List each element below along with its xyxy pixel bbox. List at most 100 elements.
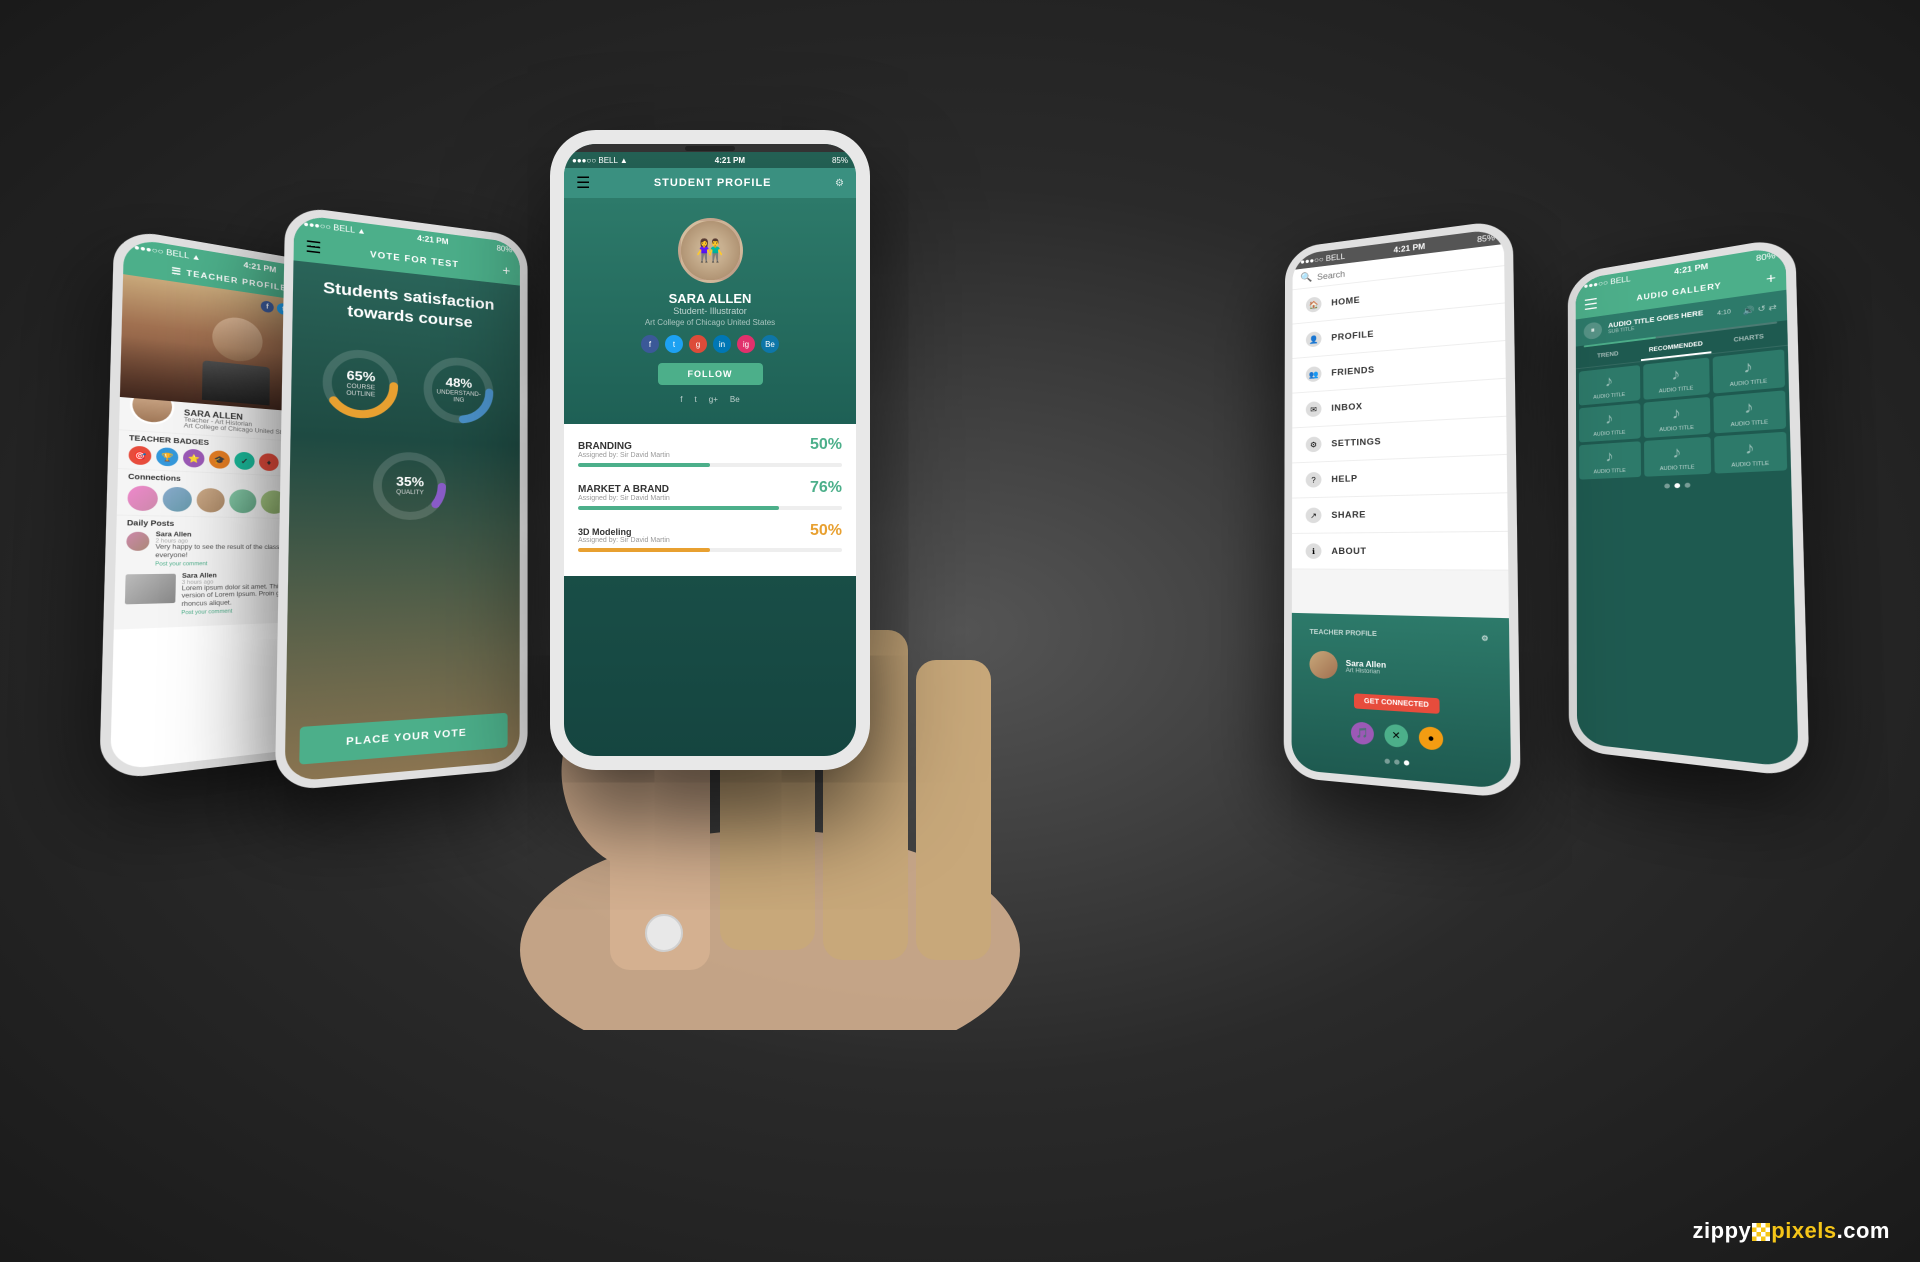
page-dot-active — [1674, 483, 1680, 488]
music-icon-1: ♪ — [1583, 371, 1636, 393]
watermark-pixels: pixels — [1771, 1218, 1836, 1243]
phone5-audio-gallery: ●●●○○ BELL 4:21 PM 80% ☰ AUDIO GALLERY +… — [1568, 236, 1810, 779]
badge-4: 🎓 — [209, 450, 230, 469]
audio-item-2[interactable]: ♪ AUDIO TITLE — [1643, 357, 1710, 399]
phone3-profile-area: 👫 SARA ALLEN Student- Illustrator Art Co… — [564, 198, 856, 424]
audio-item-3[interactable]: ♪ AUDIO TITLE — [1713, 349, 1785, 393]
facebook-icon: f — [261, 300, 274, 313]
music-icon-7: ♪ — [1583, 447, 1636, 467]
course-branding-pct: 50% — [810, 436, 842, 454]
audio-title-5: AUDIO TITLE — [1648, 424, 1706, 434]
phone5-hamburger-icon: ☰ — [1584, 294, 1599, 314]
search-icon: 🔍 — [1300, 272, 1312, 284]
phone3-follow-button[interactable]: FOLLOW — [658, 363, 763, 385]
phone3-time: 4:21 PM — [715, 156, 745, 165]
course-branding-fill — [578, 463, 710, 467]
audio-item-1[interactable]: ♪ AUDIO TITLE — [1579, 365, 1640, 406]
phone4-battery: 85% — [1477, 233, 1495, 244]
course-market-top: MARKET A BRAND Assigned by: Sir David Ma… — [578, 479, 842, 502]
audio-title-9: AUDIO TITLE — [1719, 460, 1782, 469]
phone3-user-location: Art College of Chicago United States — [580, 318, 840, 327]
badge-2: 🏆 — [156, 447, 178, 467]
phone3-avatar: 👫 — [678, 218, 743, 283]
scene: ●●●○○ BELL ▲ 4:21 PM 85% ☰ TEACHER PROFI… — [0, 0, 1920, 1262]
play-pause-button[interactable]: ⏸ — [1584, 321, 1602, 340]
teacher-settings-icon: ⚙ — [1481, 634, 1488, 643]
phone3-courses: BRANDING Assigned by: Sir David Martin 5… — [564, 424, 856, 576]
audio-item-6[interactable]: ♪ AUDIO TITLE — [1713, 390, 1786, 433]
p3-google-dot: g — [689, 335, 707, 353]
phone3-home-button[interactable] — [645, 914, 683, 952]
phone3-status-bar: ●●●○○ BELL ▲ 4:21 PM 85% — [564, 152, 856, 168]
audio-item-4[interactable]: ♪ AUDIO TITLE — [1579, 403, 1641, 443]
watermark-zippy: zippy — [1693, 1218, 1752, 1243]
conn-1 — [127, 485, 158, 511]
settings-nav-icon: ⚙ — [1306, 436, 1322, 452]
friends-nav-icon: 👥 — [1306, 366, 1322, 382]
phone3-fb-row: f t g+ Be — [580, 395, 840, 404]
phone3-hamburger-icon: ☰ — [576, 173, 590, 193]
audio-item-9[interactable]: ♪ AUDIO TITLE — [1714, 432, 1787, 474]
p3-instagram-dot: ig — [737, 335, 755, 353]
phone2-heading: Students satisfaction towards course — [306, 277, 508, 337]
course-3d-fill — [578, 548, 710, 552]
p3-linkedin-dot: in — [713, 335, 731, 353]
phone3-carrier: ●●●○○ BELL ▲ — [572, 156, 628, 165]
audio-item-5[interactable]: ♪ AUDIO TITLE — [1644, 397, 1711, 438]
music-icon-8: ♪ — [1648, 443, 1706, 464]
nav-share-label: SHARE — [1331, 510, 1366, 520]
course-3d-info: 3D Modeling Assigned by: Sir David Marti… — [578, 527, 670, 544]
nav-about[interactable]: ℹ ABOUT — [1292, 532, 1508, 571]
watermark-suffix: .com — [1837, 1218, 1890, 1243]
conn-2 — [162, 487, 192, 512]
course-market-info: MARKET A BRAND Assigned by: Sir David Ma… — [578, 484, 670, 502]
chart3-label: QUALITY — [396, 489, 424, 497]
nav-home-label: HOME — [1331, 295, 1360, 308]
phone5-add-icon[interactable]: + — [1766, 269, 1776, 287]
dot-2 — [1394, 759, 1399, 765]
connect-button[interactable]: GET CONNECTED — [1354, 693, 1440, 714]
phone3-user-name: SARA ALLEN — [580, 291, 840, 306]
course-market-name: MARKET A BRAND — [578, 484, 670, 495]
dot-1 — [1384, 758, 1389, 764]
music-icon-5: ♪ — [1648, 403, 1706, 425]
p3-twitter-dot: t — [665, 335, 683, 353]
p4-icon-3[interactable]: ● — [1419, 726, 1443, 751]
course-market: MARKET A BRAND Assigned by: Sir David Ma… — [578, 479, 842, 510]
nav-settings-label: SETTINGS — [1331, 436, 1381, 448]
course-3d-pct: 50% — [810, 522, 842, 540]
track-time: 4:10 — [1717, 309, 1731, 317]
audio-item-8[interactable]: ♪ AUDIO TITLE — [1644, 437, 1711, 477]
p3-gg-icon: g+ — [709, 395, 718, 404]
phone4-mini-avatar — [1309, 650, 1337, 679]
phone4-screen: ●●●○○ BELL 4:21 PM 85% 🔍 🏠 HOME 👤 PROFIL… — [1292, 228, 1512, 790]
p3-facebook-dot: f — [641, 335, 659, 353]
audio-controls: 🔊 ↺ ⇄ — [1743, 302, 1777, 316]
chart1-pct: 65% — [346, 368, 375, 383]
course-branding-by: Assigned by: Sir David Martin — [578, 452, 670, 459]
audio-title-1: AUDIO TITLE — [1583, 391, 1636, 402]
p4-icon-1[interactable]: 🎵 — [1351, 721, 1374, 745]
badge-6: ♦ — [259, 453, 279, 471]
music-icon-9: ♪ — [1719, 438, 1782, 460]
phone1-hamburger-icon: ☰ — [171, 265, 182, 276]
post1-avatar — [126, 532, 149, 551]
p4-icon-2[interactable]: ✕ — [1384, 724, 1408, 748]
page-dot-3 — [1685, 483, 1691, 488]
audio-item-7[interactable]: ♪ AUDIO TITLE — [1579, 441, 1641, 479]
watermark: zippy pixels.com — [1693, 1218, 1890, 1244]
nav-share[interactable]: ↗ SHARE — [1292, 493, 1508, 534]
chart3-pct: 35% — [396, 474, 424, 488]
course-3d-name: 3D Modeling — [578, 527, 670, 537]
badge-3: ⭐ — [183, 449, 205, 468]
nav-friends-label: FRIENDS — [1331, 365, 1374, 378]
nav-help[interactable]: ? HELP — [1292, 455, 1507, 499]
page-dot-1 — [1664, 483, 1670, 488]
course-market-fill — [578, 506, 779, 510]
p3-fb-icon: f — [680, 395, 682, 404]
phone3-header: ☰ STUDENT PROFILE ⚙ — [564, 168, 856, 198]
phone3-student-profile: ●●●○○ BELL ▲ 4:21 PM 85% ☰ STUDENT PROFI… — [550, 130, 870, 770]
phone2-time: 4:21 PM — [417, 233, 448, 246]
course-market-by: Assigned by: Sir David Martin — [578, 495, 670, 502]
phone3-container: ●●●○○ BELL ▲ 4:21 PM 85% ☰ STUDENT PROFI… — [500, 100, 1080, 1000]
